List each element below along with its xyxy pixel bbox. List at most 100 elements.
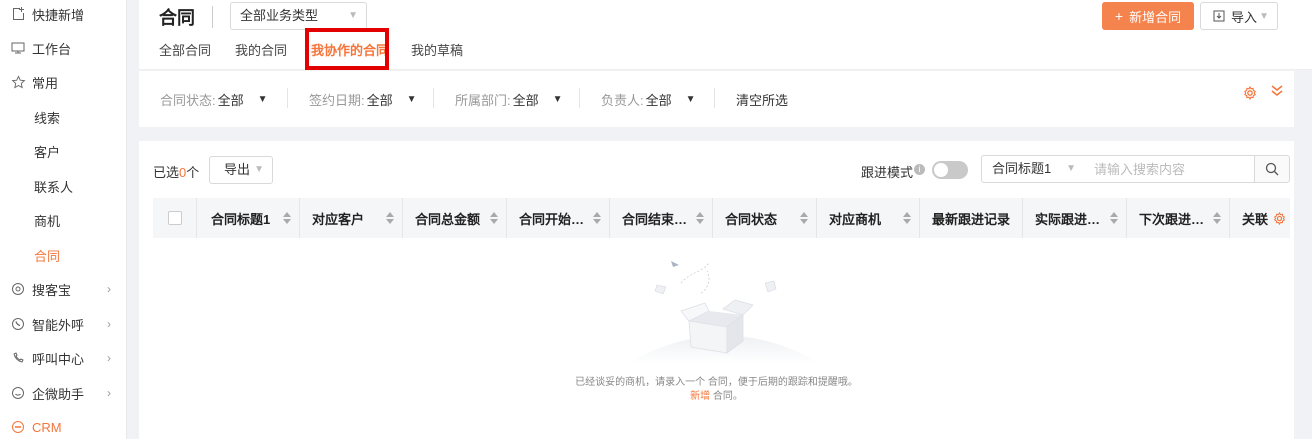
business-type-select[interactable]: 全部业务类型 ▼ <box>230 2 367 30</box>
sidebar-item-contacts[interactable]: 联系人 <box>0 169 127 203</box>
tab-highlight-box <box>305 28 389 70</box>
follow-mode-toggle[interactable] <box>932 161 968 179</box>
column-label: 合同开始… <box>519 211 585 227</box>
sidebar-item-wecom[interactable]: 企微助手 › <box>0 376 127 410</box>
column-header[interactable]: 合同总金额 <box>403 198 507 238</box>
sidebar-item-leads[interactable]: 线索 <box>0 100 127 134</box>
caret-down-icon: ▼ <box>257 94 268 105</box>
add-contract-button[interactable]: + 新增合同 <box>1102 2 1194 30</box>
export-label: 导出 <box>224 162 251 177</box>
caret-down-icon: ▼ <box>406 94 417 105</box>
sidebar-item-quick-add[interactable]: 快捷新增 <box>0 0 127 31</box>
filter-sign-date[interactable]: 签约日期: 全部 ▼ <box>309 90 417 109</box>
sidebar-item-label: CRM <box>32 419 62 435</box>
column-settings-icon[interactable] <box>1268 198 1290 238</box>
column-header[interactable]: 合同开始… <box>507 198 610 238</box>
column-header[interactable]: 合同结束… <box>610 198 713 238</box>
filter-label: 合同状态: <box>160 93 216 108</box>
chevron-right-icon: › <box>107 282 111 296</box>
quick-add-icon <box>10 6 26 22</box>
page-header: 合同 全部业务类型 ▼ 全部合同 我的合同 我协作的合同 我的草稿 + 新增合同… <box>139 0 1312 70</box>
sidebar-item-customers[interactable]: 客户 <box>0 134 127 168</box>
chevron-down-icon: ▼ <box>348 10 358 21</box>
search-button[interactable] <box>1254 155 1290 183</box>
select-all-checkbox[interactable] <box>168 211 182 225</box>
search-icon <box>1265 162 1279 176</box>
select-all-cell <box>153 198 197 238</box>
chevron-right-icon: › <box>107 351 111 365</box>
sidebar-item-common[interactable]: 常用 <box>0 65 127 99</box>
caret-down-icon: ▼ <box>552 94 563 105</box>
column-label: 合同总金额 <box>415 211 481 227</box>
empty-add-link[interactable]: 新增 <box>690 391 710 402</box>
sidebar-item-smart-call[interactable]: 智能外呼 › <box>0 307 127 341</box>
add-contract-label: 新增合同 <box>1129 9 1182 25</box>
tab-all-contracts[interactable]: 全部合同 <box>159 40 211 59</box>
filter-divider <box>714 88 715 108</box>
follow-mode-label: 跟进模式 <box>861 165 914 180</box>
filter-owner[interactable]: 负责人: 全部 ▼ <box>601 90 696 109</box>
info-icon[interactable]: i <box>914 164 925 175</box>
wecom-icon <box>10 385 26 401</box>
call-center-icon <box>10 350 26 366</box>
column-header[interactable]: 实际跟进… <box>1023 198 1127 238</box>
column-header[interactable]: 下次跟进… <box>1127 198 1230 238</box>
sort-icon <box>1213 212 1221 224</box>
sidebar-item-label: 合同 <box>34 248 61 264</box>
selected-count: 已选0个 <box>153 162 199 181</box>
empty-box-illustration <box>629 261 819 363</box>
chevron-right-icon: › <box>107 386 111 400</box>
caret-down-icon: ▼ <box>685 94 696 105</box>
column-label: 最新跟进记录 <box>932 211 1011 227</box>
column-label: 合同结束… <box>622 211 688 227</box>
chevron-down-icon: ▼ <box>1066 163 1076 174</box>
expand-filters-icon[interactable] <box>1271 84 1283 101</box>
sidebar-item-label: 常用 <box>32 75 59 91</box>
sidebar-item-label: 智能外呼 <box>32 317 85 333</box>
plus-icon: + <box>1114 8 1124 24</box>
sort-icon <box>800 212 808 224</box>
sidebar-item-label: 企微助手 <box>32 386 85 402</box>
export-button[interactable]: 导出 ▼ <box>209 156 273 184</box>
column-header[interactable]: 合同状态 <box>713 198 817 238</box>
sidebar-item-label: 呼叫中心 <box>32 351 85 367</box>
column-label: 下次跟进… <box>1139 211 1205 227</box>
filter-department[interactable]: 所属部门: 全部 ▼ <box>455 90 563 109</box>
sidebar-item-contracts[interactable]: 合同 <box>0 238 127 272</box>
filter-contract-status[interactable]: 合同状态: 全部 ▼ <box>160 90 268 109</box>
sidebar-item-label: 快捷新增 <box>32 7 85 23</box>
search-treasure-icon <box>10 281 26 297</box>
sidebar-item-workbench[interactable]: 工作台 <box>0 31 127 65</box>
sort-icon <box>490 212 498 224</box>
column-header[interactable]: 对应客户 <box>300 198 403 238</box>
clear-filters-button[interactable]: 清空所选 <box>736 90 788 109</box>
sidebar-item-soukebao[interactable]: 搜客宝 › <box>0 272 127 306</box>
column-label: 实际跟进… <box>1035 211 1101 227</box>
sidebar-item-crm[interactable]: CRM <box>0 410 127 439</box>
table-header: 合同标题1 对应客户 合同总金额 合同开始… 合同结束… 合同状态 对应商机 最… <box>153 198 1290 238</box>
sidebar-item-call-center[interactable]: 呼叫中心 › <box>0 341 127 375</box>
page-title: 合同 <box>159 8 195 28</box>
column-header[interactable]: 合同标题1 <box>197 198 300 238</box>
business-type-value: 全部业务类型 <box>240 8 319 23</box>
import-label: 导入 <box>1231 9 1258 25</box>
tab-my-contracts[interactable]: 我的合同 <box>235 40 287 59</box>
search-input[interactable] <box>1084 155 1255 183</box>
search-field-select[interactable]: 合同标题1 ▼ <box>981 155 1085 183</box>
tab-my-drafts[interactable]: 我的草稿 <box>411 40 463 59</box>
filter-value: 全部 <box>217 93 244 108</box>
gear-icon[interactable] <box>1243 85 1257 103</box>
sort-icon <box>903 212 911 224</box>
column-label: 合同状态 <box>725 211 778 227</box>
contract-list-panel: 已选0个 导出 ▼ 跟进模式 i 合同标题1 ▼ 合同标题1 对应客户 合同总金… <box>139 141 1294 439</box>
search-field-value: 合同标题1 <box>992 161 1052 176</box>
empty-state-line2: 新增 合同。 <box>139 390 1294 404</box>
sidebar-item-opportunities[interactable]: 商机 <box>0 203 127 237</box>
sort-icon <box>386 212 394 224</box>
empty-state-suffix: 合同。 <box>710 391 743 402</box>
column-header[interactable]: 对应商机 <box>817 198 920 238</box>
column-header[interactable]: 最新跟进记录 <box>920 198 1023 238</box>
import-button[interactable]: 导入 ▼ <box>1200 2 1278 30</box>
sidebar: 快捷新增 工作台 常用 线索 客户 联系人 商机 合同 搜客宝 › 智能外呼 ›… <box>0 0 127 439</box>
sort-icon <box>696 212 704 224</box>
